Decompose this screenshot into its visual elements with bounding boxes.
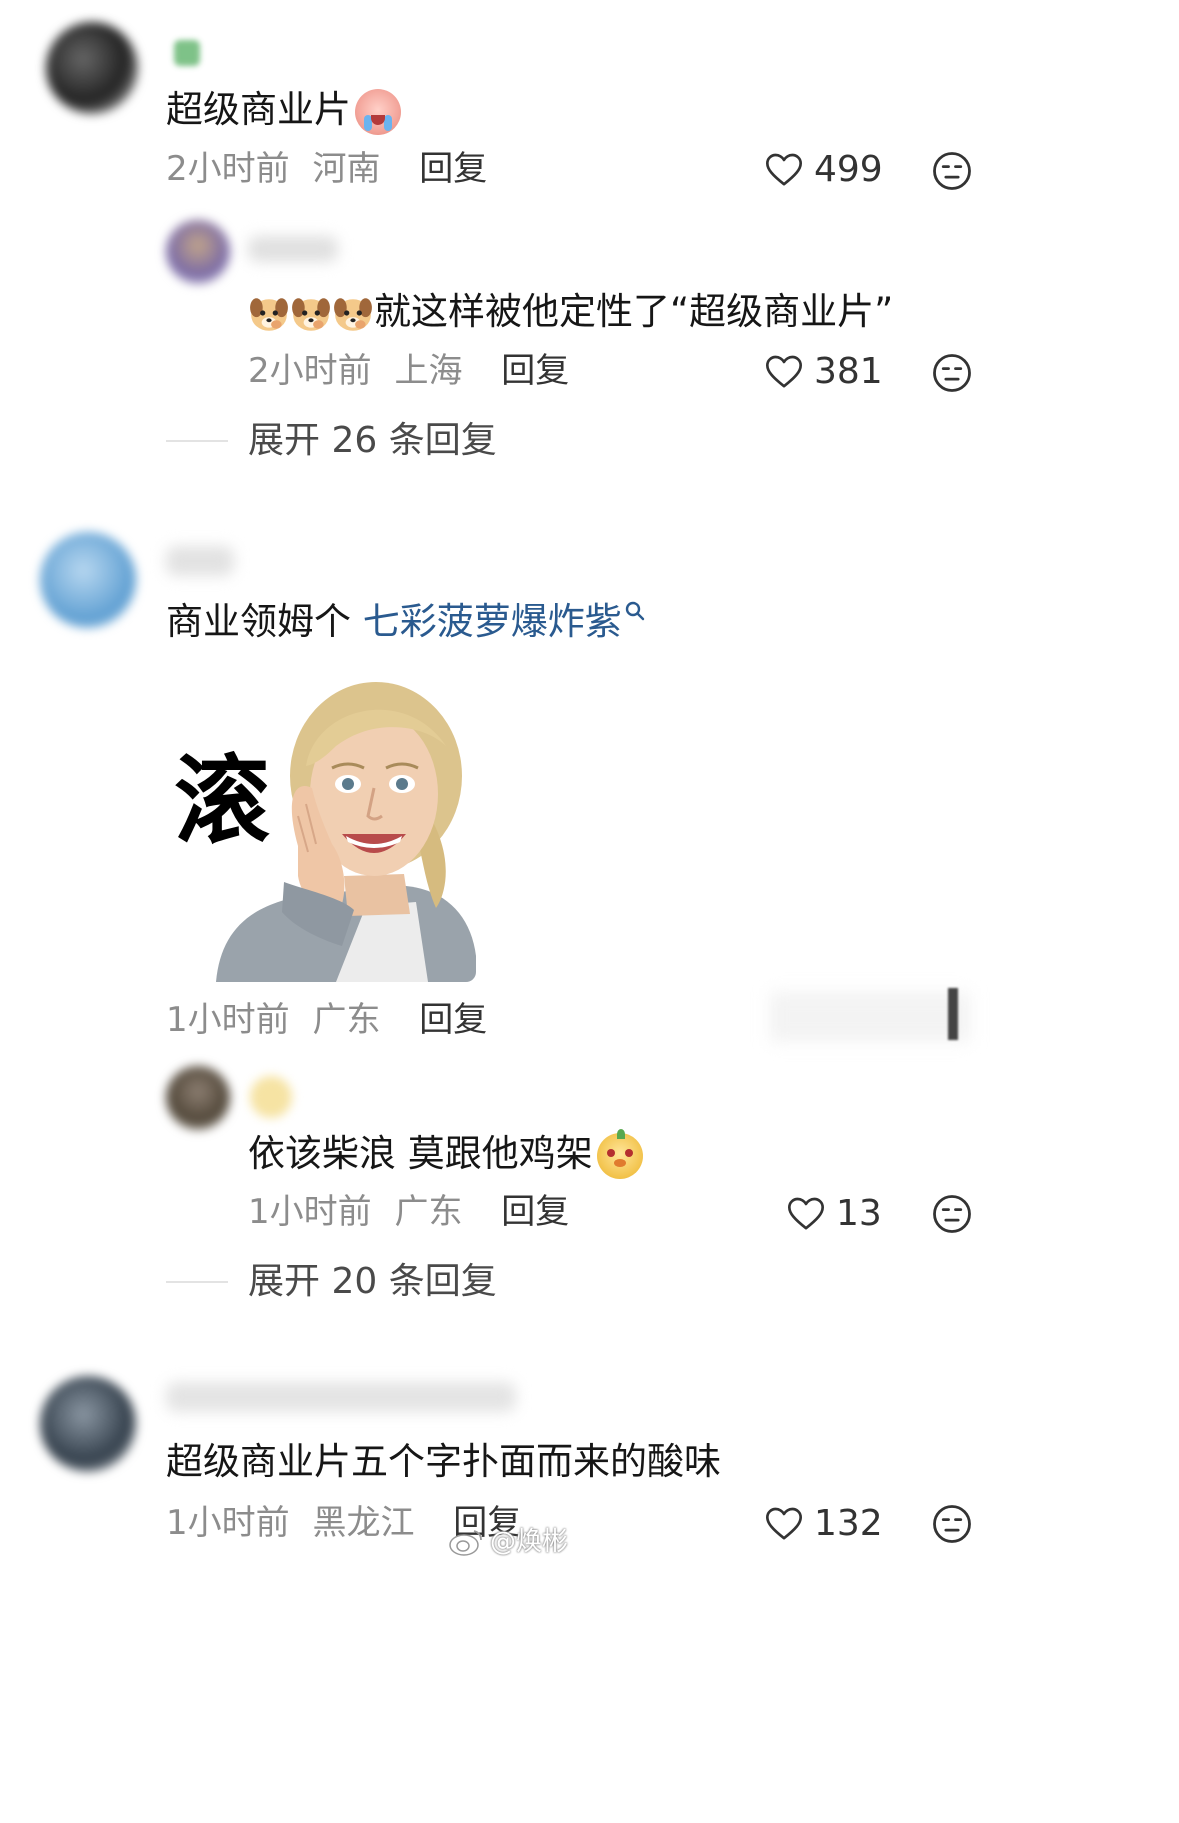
avatar[interactable] <box>40 1376 136 1472</box>
username[interactable] <box>166 546 234 576</box>
comment-text: 超级商业片 <box>166 88 401 135</box>
reply-location: 上海 <box>394 351 463 391</box>
expand-divider <box>166 440 228 442</box>
reply-button[interactable]: 回复 <box>501 351 569 391</box>
comment-location: 河南 <box>312 149 381 189</box>
comment-location: 广东 <box>312 1000 381 1040</box>
search-link[interactable]: 七彩菠萝爆炸紫 <box>363 600 646 643</box>
reply-text: 依该柴浪 莫跟他鸡架 <box>248 1128 643 1179</box>
sticker-caption: 滚 <box>174 745 270 857</box>
dog-emoji-icon <box>290 293 332 335</box>
heart-icon <box>764 1504 804 1544</box>
comment-text: 商业领姆个 七彩菠萝爆炸紫 <box>166 600 646 644</box>
like-count: 499 <box>814 149 883 190</box>
avatar[interactable] <box>40 532 136 628</box>
heart-icon <box>764 352 804 392</box>
like-button[interactable]: 381 <box>764 352 883 392</box>
user-badge-icon <box>250 1076 292 1118</box>
like-area-obscured[interactable] <box>770 992 970 1042</box>
reply-button[interactable]: 回复 <box>501 1192 569 1232</box>
heart-icon <box>786 1194 826 1234</box>
like-button[interactable]: 499 <box>764 150 883 190</box>
like-count: 132 <box>814 1503 883 1544</box>
bar-mark <box>948 988 958 1040</box>
expand-divider <box>166 1281 228 1283</box>
comment-location: 黑龙江 <box>312 1503 415 1543</box>
reply-text: 就这样被他定性了“超级商业片” <box>248 290 893 335</box>
dog-emoji-icon <box>248 293 290 335</box>
avatar[interactable] <box>166 220 230 284</box>
comment-time: 1小时前 <box>166 1503 290 1543</box>
dislike-icon[interactable] <box>931 1193 973 1235</box>
watermark: @焕彬 <box>448 1526 568 1558</box>
expand-replies-button[interactable]: 展开 20 条回复 <box>248 1262 497 1302</box>
reply-meta: 1小时前 广东 回复 <box>248 1192 569 1232</box>
reply-time: 2小时前 <box>248 351 372 391</box>
like-count: 381 <box>814 351 883 392</box>
reply-button[interactable]: 回复 <box>419 149 487 189</box>
comment-time: 1小时前 <box>166 1000 290 1040</box>
weibo-logo-icon <box>449 1530 482 1556</box>
like-button[interactable]: 13 <box>786 1194 882 1234</box>
sticker-image[interactable]: 滚 <box>166 676 476 982</box>
comment-meta: 1小时前 广东 回复 <box>166 1000 487 1040</box>
duck-emoji-icon <box>596 1128 643 1179</box>
like-button[interactable]: 132 <box>764 1504 883 1544</box>
like-count: 13 <box>836 1193 882 1234</box>
reply-meta: 2小时前 上海 回复 <box>248 351 569 391</box>
reply-location: 广东 <box>394 1192 463 1232</box>
username[interactable] <box>248 236 338 262</box>
expand-replies-button[interactable]: 展开 26 条回复 <box>248 421 497 461</box>
username[interactable] <box>166 1382 516 1412</box>
comment-meta: 2小时前 河南 回复 <box>166 149 487 189</box>
dislike-icon[interactable] <box>931 150 973 192</box>
search-icon <box>625 601 644 621</box>
avatar[interactable] <box>166 1066 230 1130</box>
comment-text: 超级商业片五个字扑面而来的酸味 <box>166 1440 721 1483</box>
dog-emoji-icon <box>332 293 374 335</box>
crying-emoji-icon <box>355 88 401 135</box>
user-badge-icon <box>174 40 200 66</box>
reply-time: 1小时前 <box>248 1192 372 1232</box>
comment-time: 2小时前 <box>166 149 290 189</box>
dislike-icon[interactable] <box>931 352 973 394</box>
dislike-icon[interactable] <box>931 1503 973 1545</box>
reply-button[interactable]: 回复 <box>419 1000 487 1040</box>
heart-icon <box>764 150 804 190</box>
avatar[interactable] <box>46 22 138 114</box>
